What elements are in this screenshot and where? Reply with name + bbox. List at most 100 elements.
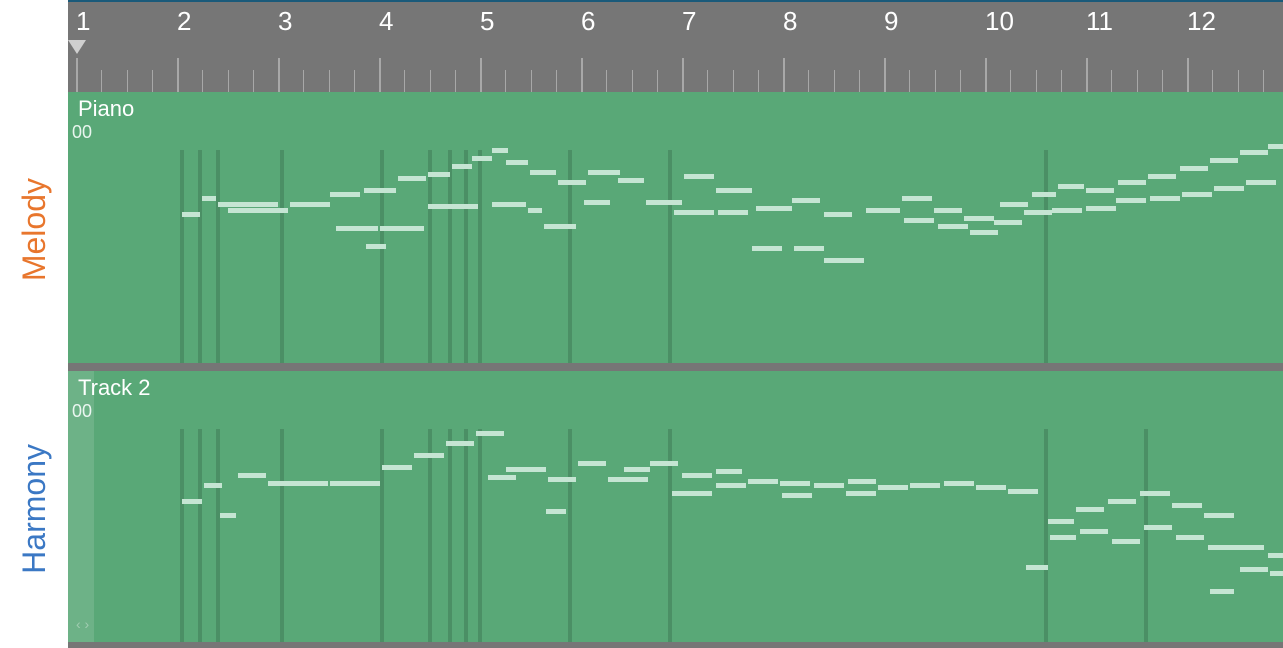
midi-note[interactable]	[1024, 210, 1052, 215]
midi-note[interactable]	[290, 202, 330, 207]
midi-note[interactable]	[1210, 158, 1238, 163]
midi-note[interactable]	[1268, 144, 1283, 149]
midi-note[interactable]	[446, 441, 474, 446]
midi-note[interactable]	[878, 485, 908, 490]
midi-note[interactable]	[1214, 186, 1244, 191]
midi-note[interactable]	[578, 461, 606, 466]
playhead-marker[interactable]	[68, 40, 86, 54]
midi-note[interactable]	[220, 513, 236, 518]
midi-note[interactable]	[646, 200, 682, 205]
arrange-editor[interactable]: 123456789101112 Piano00Track 200‹ ›	[68, 0, 1283, 648]
midi-note[interactable]	[558, 180, 586, 185]
harmony-region[interactable]: Track 200‹ ›	[68, 371, 1283, 642]
midi-note[interactable]	[330, 481, 380, 486]
midi-note[interactable]	[716, 469, 742, 474]
midi-note[interactable]	[1086, 206, 1116, 211]
midi-note[interactable]	[202, 196, 216, 201]
midi-note[interactable]	[544, 224, 576, 229]
midi-note[interactable]	[1032, 192, 1056, 197]
bar-ruler[interactable]: 123456789101112	[68, 2, 1283, 44]
midi-note[interactable]	[716, 483, 746, 488]
midi-note[interactable]	[848, 479, 876, 484]
midi-note[interactable]	[608, 477, 648, 482]
midi-note[interactable]	[182, 212, 200, 217]
midi-note[interactable]	[1268, 553, 1283, 558]
midi-note[interactable]	[976, 485, 1006, 490]
midi-note[interactable]	[238, 473, 266, 478]
midi-note[interactable]	[1240, 567, 1268, 572]
midi-note[interactable]	[684, 174, 714, 179]
midi-note[interactable]	[380, 226, 424, 231]
midi-note[interactable]	[1210, 589, 1234, 594]
midi-note[interactable]	[1086, 188, 1114, 193]
midi-note[interactable]	[650, 461, 678, 466]
midi-note[interactable]	[902, 196, 932, 201]
midi-note[interactable]	[1208, 545, 1236, 550]
midi-note[interactable]	[1180, 166, 1208, 171]
midi-note[interactable]	[584, 200, 610, 205]
midi-note[interactable]	[1144, 525, 1172, 530]
midi-note[interactable]	[994, 220, 1022, 225]
midi-note[interactable]	[218, 202, 278, 207]
bar-number[interactable]: 12	[1187, 6, 1216, 37]
midi-note[interactable]	[674, 210, 714, 215]
bar-number[interactable]: 8	[783, 6, 797, 37]
midi-note[interactable]	[824, 212, 852, 217]
midi-note[interactable]	[366, 244, 386, 249]
midi-note[interactable]	[268, 481, 328, 486]
midi-note[interactable]	[1176, 535, 1204, 540]
midi-note[interactable]	[382, 465, 412, 470]
midi-note[interactable]	[588, 170, 620, 175]
midi-note[interactable]	[488, 475, 516, 480]
midi-note[interactable]	[624, 467, 650, 472]
midi-note[interactable]	[748, 479, 778, 484]
midi-note[interactable]	[938, 224, 968, 229]
midi-note[interactable]	[1150, 196, 1180, 201]
midi-note[interactable]	[716, 188, 752, 193]
tracks-area[interactable]: Piano00Track 200‹ ›	[68, 92, 1283, 648]
midi-note[interactable]	[1080, 529, 1108, 534]
midi-note[interactable]	[228, 208, 288, 213]
midi-note[interactable]	[1058, 184, 1084, 189]
midi-note[interactable]	[1204, 513, 1234, 518]
midi-note[interactable]	[1050, 535, 1076, 540]
midi-note[interactable]	[452, 164, 472, 169]
midi-note[interactable]	[1240, 150, 1268, 155]
midi-note[interactable]	[618, 178, 644, 183]
midi-note[interactable]	[1140, 491, 1170, 496]
bar-number[interactable]: 11	[1086, 6, 1113, 37]
midi-note[interactable]	[1118, 180, 1146, 185]
midi-note[interactable]	[1052, 208, 1082, 213]
midi-note[interactable]	[398, 176, 426, 181]
midi-note[interactable]	[814, 483, 844, 488]
midi-note[interactable]	[1000, 202, 1028, 207]
midi-note[interactable]	[682, 473, 712, 478]
midi-note[interactable]	[1270, 571, 1283, 576]
midi-note[interactable]	[330, 192, 360, 197]
bar-number[interactable]: 4	[379, 6, 393, 37]
bar-number[interactable]: 5	[480, 6, 494, 37]
midi-note[interactable]	[944, 481, 974, 486]
midi-note[interactable]	[1172, 503, 1202, 508]
midi-note[interactable]	[780, 481, 810, 486]
bar-number[interactable]: 10	[985, 6, 1014, 37]
melody-region[interactable]: Piano00	[68, 92, 1283, 363]
midi-note[interactable]	[1236, 545, 1264, 550]
midi-note[interactable]	[492, 148, 508, 153]
bar-number[interactable]: 1	[76, 6, 90, 37]
midi-note[interactable]	[1148, 174, 1176, 179]
midi-note[interactable]	[1076, 507, 1104, 512]
midi-note[interactable]	[472, 156, 492, 161]
midi-note[interactable]	[506, 467, 546, 472]
midi-note[interactable]	[364, 188, 396, 193]
bar-number[interactable]: 3	[278, 6, 292, 37]
midi-note[interactable]	[824, 258, 864, 263]
midi-note[interactable]	[1048, 519, 1074, 524]
bar-number[interactable]: 9	[884, 6, 898, 37]
midi-note[interactable]	[1246, 180, 1276, 185]
midi-note[interactable]	[204, 483, 222, 488]
midi-note[interactable]	[934, 208, 962, 213]
midi-note[interactable]	[866, 208, 900, 213]
midi-note[interactable]	[492, 202, 526, 207]
beat-ruler[interactable]	[68, 44, 1283, 92]
